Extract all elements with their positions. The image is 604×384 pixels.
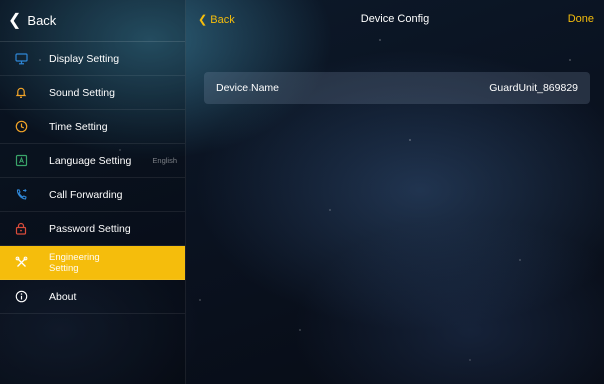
sidebar-item-label: Display Setting [49, 52, 120, 65]
page-title: Device Config [360, 13, 430, 25]
label-line-2: Setting [49, 262, 79, 274]
tools-icon [14, 256, 28, 270]
sidebar-item-language-setting[interactable]: Language Setting English [0, 144, 185, 178]
phone-forward-icon [14, 188, 28, 202]
device-name-value: GuardUnit_869829 [489, 82, 578, 94]
monitor-icon [14, 52, 28, 66]
sidebar-item-label: Engineering Setting [49, 252, 100, 274]
sidebar-item-engineering-setting[interactable]: Engineering Setting [0, 246, 185, 280]
language-icon [14, 154, 28, 168]
sidebar-item-label: Language Setting [49, 154, 132, 167]
device-name-label: Device Name [216, 82, 280, 94]
sidebar-item-call-forwarding[interactable]: Call Forwarding [0, 178, 185, 212]
sidebar: ❮ Back Display Setting Sound Setting Tim… [0, 0, 186, 384]
bell-icon [14, 86, 28, 100]
sidebar-item-label: Time Setting [49, 120, 108, 133]
clock-icon [14, 120, 28, 134]
sidebar-back-label: Back [27, 13, 57, 28]
info-icon [14, 290, 28, 304]
sidebar-item-label: About [49, 290, 77, 303]
top-bar: ❮ Back Device Config Done [186, 0, 604, 42]
current-language-value: English [152, 156, 177, 165]
sidebar-item-label: Call Forwarding [49, 188, 123, 201]
sidebar-item-display-setting[interactable]: Display Setting [0, 42, 185, 76]
sidebar-item-label: Sound Setting [49, 86, 115, 99]
sidebar-back-button[interactable]: ❮ Back [0, 0, 185, 42]
lock-icon [14, 222, 28, 236]
label-line-1: Engineering [49, 251, 100, 263]
chevron-left-icon: ❮ [8, 11, 22, 29]
sidebar-item-label: Password Setting [49, 222, 131, 235]
sidebar-item-time-setting[interactable]: Time Setting [0, 110, 185, 144]
done-button[interactable]: Done [568, 13, 594, 25]
sidebar-item-about[interactable]: About [0, 280, 185, 314]
sidebar-item-password-setting[interactable]: Password Setting [0, 212, 185, 246]
settings-menu: Display Setting Sound Setting Time Setti… [0, 42, 185, 314]
sidebar-item-sound-setting[interactable]: Sound Setting [0, 76, 185, 110]
device-name-field[interactable]: Device Name GuardUnit_869829 [204, 72, 590, 104]
